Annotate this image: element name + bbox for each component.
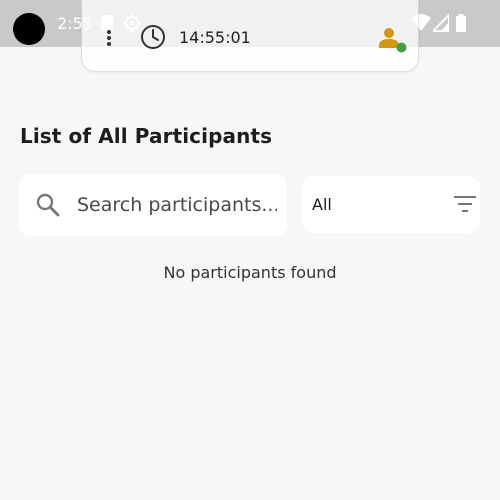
filter-dropdown[interactable]: All — [302, 176, 480, 233]
battery-icon — [455, 14, 467, 37]
clock-icon — [139, 23, 167, 56]
empty-state-message: No participants found — [163, 263, 337, 282]
filter-icon[interactable] — [453, 194, 477, 219]
filter-selected-value: All — [312, 195, 332, 214]
page-title: List of All Participants — [20, 124, 273, 148]
search-input[interactable] — [77, 193, 277, 217]
search-icon — [35, 192, 61, 223]
search-box[interactable] — [19, 174, 287, 236]
signal-icon — [430, 12, 450, 37]
camera-cutout — [13, 13, 45, 45]
user-online-icon[interactable] — [377, 24, 409, 61]
timer-time: 14:55:01 — [179, 28, 251, 47]
app-screen: 2:55 14:55:01 List of All Participants S… — [0, 0, 500, 500]
more-vert-icon[interactable] — [105, 29, 113, 52]
